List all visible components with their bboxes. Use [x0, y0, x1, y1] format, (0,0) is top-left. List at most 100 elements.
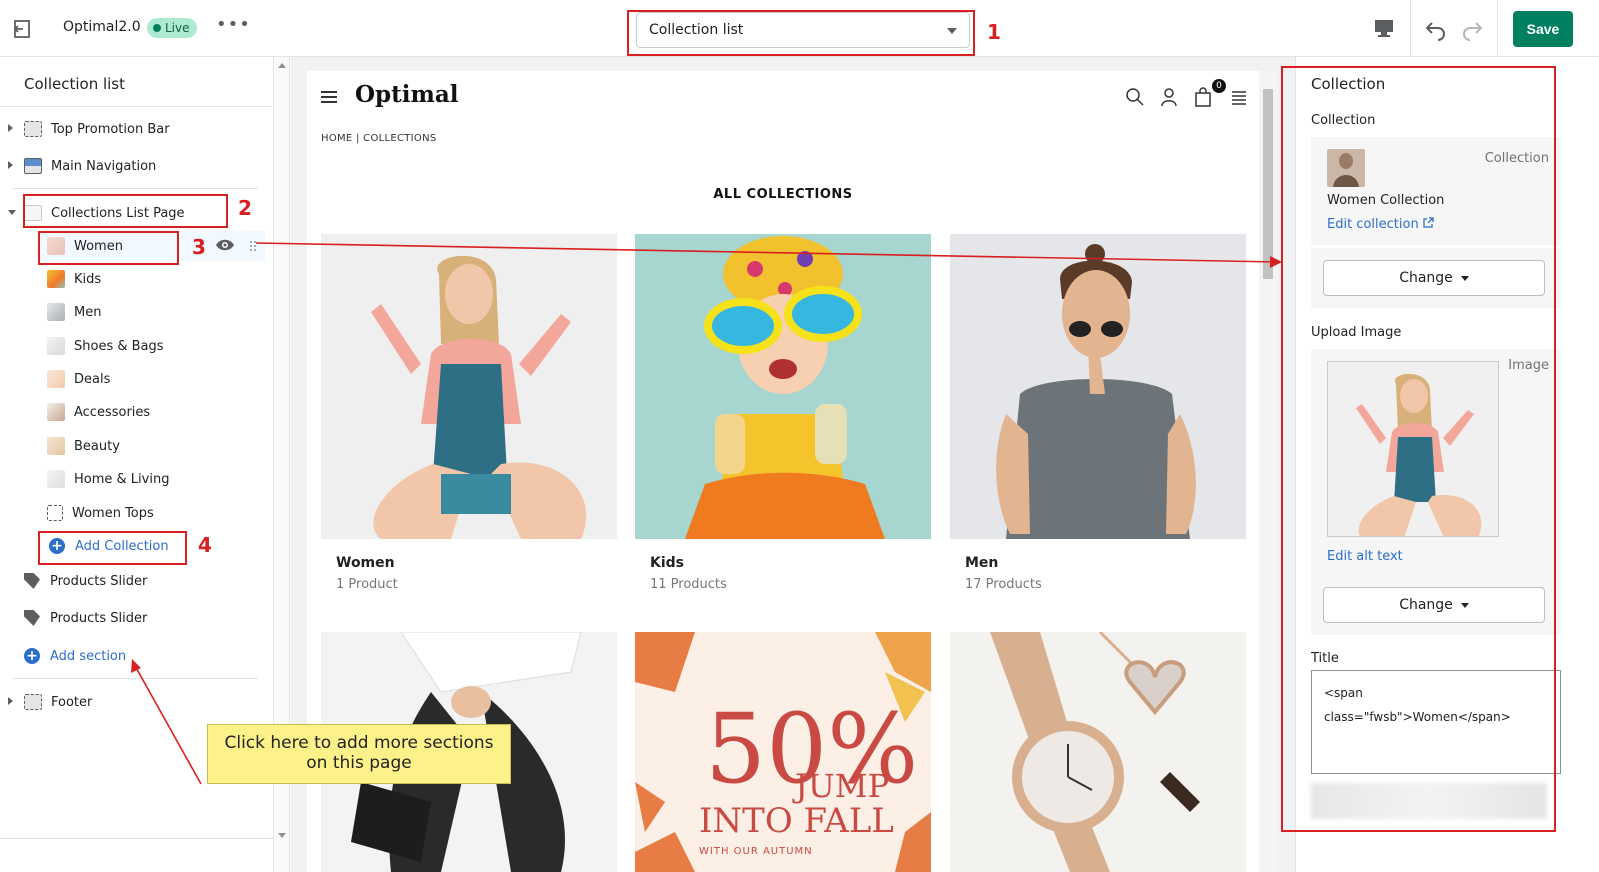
- block-label: Deals: [74, 371, 111, 387]
- block-home-living[interactable]: Home & Living: [47, 464, 169, 494]
- section-collections-list-page[interactable]: Collections List Page: [8, 198, 185, 228]
- block-deals[interactable]: Deals: [47, 364, 110, 394]
- chevron-down-icon[interactable]: [8, 210, 16, 215]
- section-footer[interactable]: Footer: [8, 687, 93, 717]
- collection-thumbnail: [47, 337, 65, 355]
- section-label: Products Slider: [50, 573, 148, 589]
- sidebar-scrollbar[interactable]: [274, 57, 290, 872]
- breadcrumb[interactable]: HOME | COLLECTIONS: [321, 133, 437, 144]
- footer-section-icon: [24, 694, 42, 710]
- block-label: Accessories: [74, 404, 151, 420]
- scroll-up-icon[interactable]: [278, 63, 286, 68]
- scroll-down-icon[interactable]: [278, 833, 286, 838]
- section-main-navigation[interactable]: Main Navigation: [8, 151, 156, 181]
- block-women-tops[interactable]: Women Tops: [47, 498, 154, 528]
- plus-circle-icon: +: [49, 538, 65, 554]
- edit-collection-link[interactable]: Edit collection: [1327, 217, 1434, 232]
- add-section-button[interactable]: + Add section: [24, 641, 126, 671]
- block-beauty[interactable]: Beauty: [47, 431, 120, 461]
- collection-image-accessories[interactable]: [950, 632, 1246, 872]
- block-label: Beauty: [74, 438, 120, 454]
- chevron-right-icon[interactable]: [8, 161, 13, 169]
- edit-alt-text-link[interactable]: Edit alt text: [1327, 549, 1403, 564]
- store-logo[interactable]: Optimal: [355, 81, 458, 108]
- collection-thumbnail: [47, 370, 65, 388]
- template-select-value: Collection list: [649, 22, 744, 38]
- add-collection-button[interactable]: + Add Collection: [49, 531, 169, 561]
- exit-icon[interactable]: [12, 18, 34, 40]
- block-label: Kids: [74, 271, 102, 287]
- collection-count: 17 Products: [965, 577, 1042, 592]
- block-kids[interactable]: Kids: [47, 264, 101, 294]
- save-button[interactable]: Save: [1513, 11, 1573, 47]
- collection-title[interactable]: Women: [336, 555, 395, 571]
- collection-title[interactable]: Men: [965, 555, 998, 571]
- collection-image-shoes-bags[interactable]: [321, 632, 617, 872]
- block-women[interactable]: Women: [47, 231, 123, 261]
- scroll-thumb[interactable]: [1263, 89, 1273, 279]
- desktop-preview-icon[interactable]: [1373, 17, 1395, 39]
- collection-image-kids[interactable]: [635, 234, 931, 539]
- shopping-bag-icon[interactable]: [1194, 87, 1212, 107]
- sidebar-title: Collection list: [24, 75, 125, 93]
- collection-title[interactable]: Kids: [650, 555, 684, 571]
- title-textarea[interactable]: <span class="fwsb">Women</span>: [1311, 670, 1561, 774]
- chevron-down-icon: [1460, 275, 1469, 281]
- preview-scrollbar[interactable]: [1259, 71, 1277, 872]
- collection-type-label: Collection: [1484, 151, 1549, 166]
- collection-field-label: Collection: [1311, 113, 1376, 128]
- change-collection-button[interactable]: Change: [1323, 260, 1545, 296]
- user-account-icon[interactable]: [1159, 87, 1179, 107]
- section-top-promotion-bar[interactable]: Top Promotion Bar: [8, 114, 170, 144]
- undo-icon[interactable]: [1424, 17, 1448, 41]
- hamburger-menu-icon[interactable]: [321, 91, 337, 103]
- divider: [1497, 0, 1498, 57]
- theme-name: Optimal2.0: [63, 19, 141, 35]
- change-image-button[interactable]: Change: [1323, 587, 1545, 623]
- collection-thumbnail: [47, 303, 65, 321]
- divider: [0, 106, 274, 107]
- edit-collection-label: Edit collection: [1327, 217, 1419, 232]
- collection-image-women[interactable]: [321, 234, 617, 539]
- collection-thumbnail: [47, 470, 65, 488]
- image-section-icon: [24, 158, 42, 174]
- block-shoes-bags[interactable]: Shoes & Bags: [47, 331, 164, 361]
- collection-picker: Collection Women Collection Edit collect…: [1311, 137, 1561, 245]
- menu-lines-icon[interactable]: [1230, 89, 1248, 105]
- collection-image-men[interactable]: [950, 234, 1246, 539]
- redo-icon[interactable]: [1460, 17, 1484, 41]
- store-preview: Optimal 0 HOME | COLLECTIONS ALL COLLECT…: [291, 57, 1295, 872]
- block-men[interactable]: Men: [47, 297, 101, 327]
- block-settings-panel: Collection Collection Collection Women C…: [1295, 57, 1599, 872]
- collection-thumbnail: [47, 270, 65, 288]
- preview-frame[interactable]: Optimal 0 HOME | COLLECTIONS ALL COLLECT…: [307, 71, 1277, 872]
- divider: [12, 188, 258, 189]
- block-label: Women Tops: [72, 505, 154, 521]
- chevron-right-icon[interactable]: [8, 124, 13, 132]
- change-label: Change: [1399, 597, 1453, 613]
- section-label: Collections List Page: [51, 205, 185, 221]
- collection-image-preview[interactable]: [1327, 361, 1499, 537]
- section-label: Products Slider: [50, 610, 148, 626]
- chevron-right-icon[interactable]: [8, 697, 13, 705]
- title-field-label: Title: [1311, 651, 1339, 666]
- promo-line-2: INTO FALL: [699, 801, 894, 841]
- collection-image-deals[interactable]: 50% JUMP INTO FALL WITH OUR AUTUMN: [635, 632, 931, 872]
- section-products-slider-2[interactable]: Products Slider: [24, 603, 147, 633]
- block-accessories[interactable]: Accessories: [47, 397, 150, 427]
- top-bar: Optimal2.0 Live ••• Collection list Save: [0, 0, 1599, 57]
- template-select[interactable]: Collection list: [636, 12, 970, 48]
- placeholder-image-icon: [47, 505, 63, 521]
- page-section-icon: [24, 205, 42, 221]
- collection-thumbnail: [47, 237, 65, 255]
- promo-line-1: JUMP: [792, 767, 889, 805]
- section-products-slider-1[interactable]: Products Slider: [24, 566, 147, 596]
- more-actions-button[interactable]: •••: [216, 14, 251, 35]
- collection-thumbnail: [47, 437, 65, 455]
- external-link-icon: [1423, 217, 1434, 228]
- block-label: Men: [74, 304, 102, 320]
- search-icon[interactable]: [1125, 87, 1145, 107]
- collection-thumbnail: [1327, 149, 1365, 187]
- section-label: Footer: [51, 694, 93, 710]
- divider: [1410, 0, 1411, 57]
